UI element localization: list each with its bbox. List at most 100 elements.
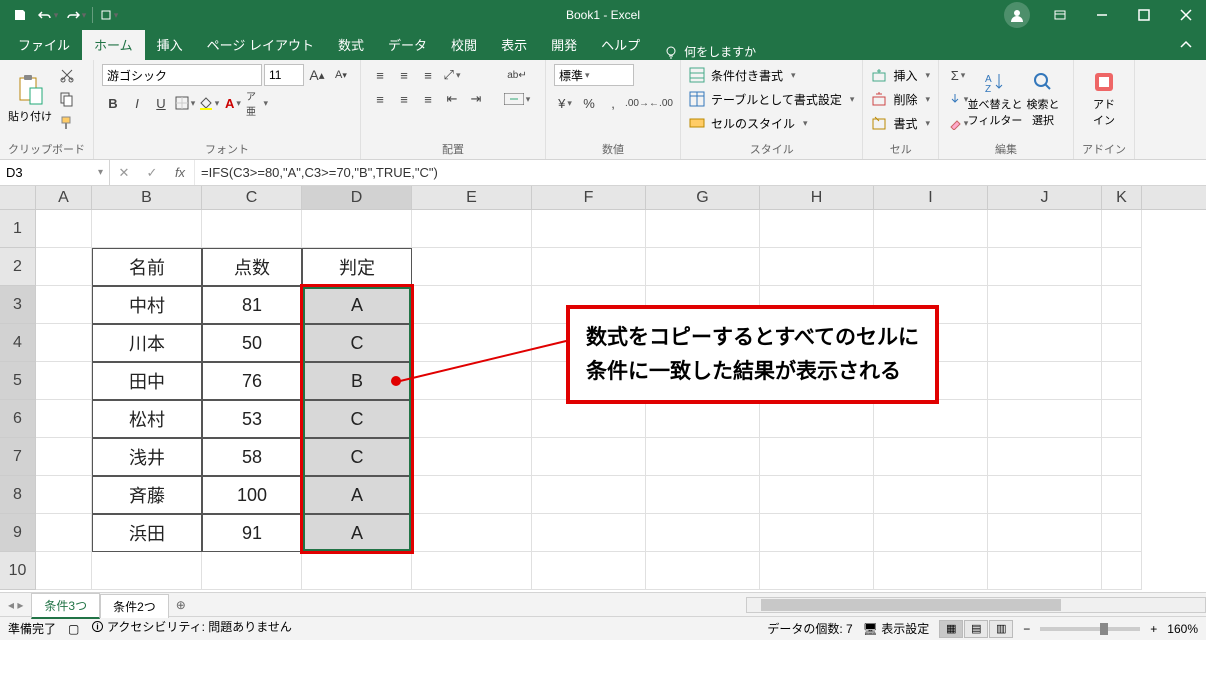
cell-A1[interactable] [36, 210, 92, 248]
cell-D4[interactable]: C [302, 324, 412, 362]
cell-B8[interactable]: 斉藤 [92, 476, 202, 514]
tab-formulas[interactable]: 数式 [326, 29, 376, 60]
cell-I9[interactable] [874, 514, 988, 552]
display-settings-button[interactable]: 🖥 表示設定 [863, 620, 930, 637]
cell-A8[interactable] [36, 476, 92, 514]
cell-H6[interactable] [760, 400, 874, 438]
increase-decimal-icon[interactable]: .00→ [626, 92, 648, 114]
tab-help[interactable]: ヘルプ [589, 29, 652, 60]
formula-input[interactable]: =IFS(C3>=80,"A",C3>=70,"B",TRUE,"C") [195, 160, 1206, 185]
cell-J9[interactable] [988, 514, 1102, 552]
bold-button[interactable]: B [102, 92, 124, 114]
cell-G8[interactable] [646, 476, 760, 514]
page-layout-view-icon[interactable]: ▤ [964, 620, 988, 638]
align-right-icon[interactable]: ≡ [417, 88, 439, 110]
clear-icon[interactable] [947, 112, 969, 134]
col-header-K[interactable]: K [1102, 186, 1142, 209]
enter-formula-icon[interactable]: ✓ [138, 165, 166, 181]
cell-E6[interactable] [412, 400, 532, 438]
cell-D2[interactable]: 判定 [302, 248, 412, 286]
add-sheet-icon[interactable]: ⊕ [169, 595, 193, 615]
comma-format-icon[interactable]: , [602, 92, 624, 114]
autosum-icon[interactable]: Σ [947, 64, 969, 86]
cell-B5[interactable]: 田中 [92, 362, 202, 400]
col-header-A[interactable]: A [36, 186, 92, 209]
cell-F9[interactable] [532, 514, 646, 552]
cell-E1[interactable] [412, 210, 532, 248]
tab-page-layout[interactable]: ページ レイアウト [195, 29, 326, 60]
cell-I1[interactable] [874, 210, 988, 248]
select-all-corner[interactable] [0, 186, 36, 209]
account-icon[interactable] [1004, 2, 1030, 28]
cell-K2[interactable] [1102, 248, 1142, 286]
cell-I8[interactable] [874, 476, 988, 514]
zoom-level[interactable]: 160% [1167, 622, 1198, 636]
cell-A4[interactable] [36, 324, 92, 362]
copy-icon[interactable] [56, 88, 78, 110]
align-center-icon[interactable]: ≡ [393, 88, 415, 110]
wrap-text-icon[interactable]: ab↵ [497, 64, 537, 86]
cell-D9[interactable]: A [302, 514, 412, 552]
cell-J7[interactable] [988, 438, 1102, 476]
qat-customize-icon[interactable] [97, 3, 121, 27]
addin-button[interactable]: アド イン [1082, 64, 1126, 134]
italic-button[interactable]: I [126, 92, 148, 114]
cell-B2[interactable]: 名前 [92, 248, 202, 286]
cell-D6[interactable]: C [302, 400, 412, 438]
row-header-4[interactable]: 4 [0, 324, 36, 362]
format-painter-icon[interactable] [56, 112, 78, 134]
cell-C10[interactable] [202, 552, 302, 590]
align-middle-icon[interactable]: ≡ [393, 64, 415, 86]
font-size-combo[interactable]: 11 [264, 64, 304, 86]
merge-cells-icon[interactable] [497, 88, 537, 110]
close-icon[interactable] [1166, 0, 1206, 30]
cell-I6[interactable] [874, 400, 988, 438]
accounting-format-icon[interactable]: ¥ [554, 92, 576, 114]
delete-cells-button[interactable]: 削除 [871, 88, 930, 110]
row-header-7[interactable]: 7 [0, 438, 36, 476]
tab-review[interactable]: 校閲 [439, 29, 489, 60]
cell-G9[interactable] [646, 514, 760, 552]
phonetic-icon[interactable]: ア亜 [246, 92, 268, 114]
redo-icon[interactable] [64, 3, 88, 27]
cell-K8[interactable] [1102, 476, 1142, 514]
cell-K3[interactable] [1102, 286, 1142, 324]
font-name-combo[interactable]: 游ゴシック [102, 64, 262, 86]
cut-icon[interactable] [56, 64, 78, 86]
cell-I7[interactable] [874, 438, 988, 476]
cell-J6[interactable] [988, 400, 1102, 438]
save-icon[interactable] [8, 3, 32, 27]
zoom-out-icon[interactable]: − [1023, 622, 1030, 636]
cell-D1[interactable] [302, 210, 412, 248]
cell-C6[interactable]: 53 [202, 400, 302, 438]
cell-E2[interactable] [412, 248, 532, 286]
normal-view-icon[interactable]: ▦ [939, 620, 963, 638]
cell-K7[interactable] [1102, 438, 1142, 476]
tellme-search[interactable]: 何をしますか [652, 43, 768, 60]
align-top-icon[interactable]: ≡ [369, 64, 391, 86]
cell-J4[interactable] [988, 324, 1102, 362]
row-header-1[interactable]: 1 [0, 210, 36, 248]
cell-B9[interactable]: 浜田 [92, 514, 202, 552]
decrease-indent-icon[interactable]: ⇤ [441, 88, 463, 110]
fill-color-icon[interactable] [198, 92, 220, 114]
cell-A5[interactable] [36, 362, 92, 400]
collapse-ribbon-icon[interactable] [1166, 30, 1206, 60]
cell-G10[interactable] [646, 552, 760, 590]
cell-C2[interactable]: 点数 [202, 248, 302, 286]
zoom-slider[interactable] [1040, 627, 1140, 631]
cell-C8[interactable]: 100 [202, 476, 302, 514]
cell-A2[interactable] [36, 248, 92, 286]
cell-F7[interactable] [532, 438, 646, 476]
tab-data[interactable]: データ [376, 29, 439, 60]
cell-B6[interactable]: 松村 [92, 400, 202, 438]
cell-G2[interactable] [646, 248, 760, 286]
cell-J8[interactable] [988, 476, 1102, 514]
ribbon-display-icon[interactable] [1040, 0, 1080, 30]
fill-icon[interactable] [947, 88, 969, 110]
cell-A9[interactable] [36, 514, 92, 552]
sort-filter-button[interactable]: AZ 並べ替えと フィルター [973, 64, 1017, 134]
col-header-E[interactable]: E [412, 186, 532, 209]
tab-view[interactable]: 表示 [489, 29, 539, 60]
col-header-B[interactable]: B [92, 186, 202, 209]
